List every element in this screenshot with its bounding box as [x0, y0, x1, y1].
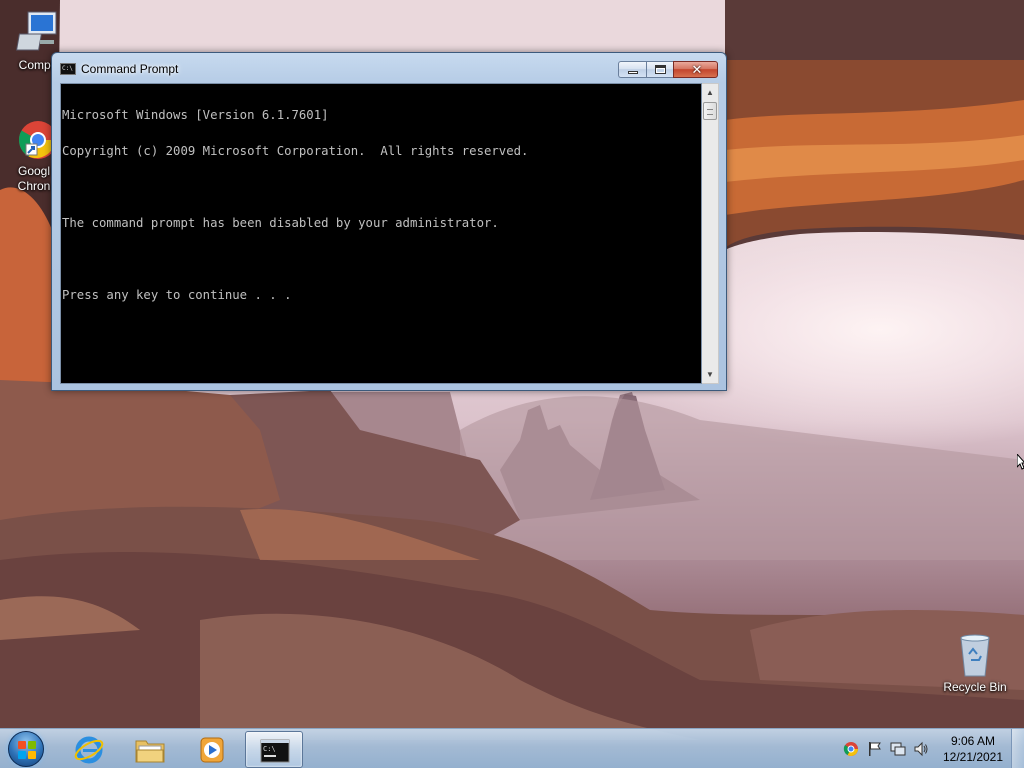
scroll-down-arrow-icon[interactable]: ▼: [702, 366, 718, 383]
chrome-icon[interactable]: [843, 741, 859, 757]
command-prompt-icon: C:\: [259, 736, 291, 766]
maximize-button[interactable]: [646, 61, 673, 78]
minimize-icon: [628, 71, 638, 74]
volume-icon[interactable]: [913, 741, 929, 757]
folder-icon: [134, 735, 166, 765]
taskbar-media-player[interactable]: [182, 731, 240, 768]
desktop-icon-label: Recycle Bin: [943, 680, 1007, 694]
window-titlebar[interactable]: C:\ Command Prompt ✕: [52, 53, 726, 83]
minimize-button[interactable]: [618, 61, 646, 78]
console-line: Press any key to continue . . .: [62, 288, 292, 302]
maximize-icon: [655, 65, 666, 74]
taskbar-clock[interactable]: 9:06 AM 12/21/2021: [938, 733, 1008, 765]
console-line: Microsoft Windows [Version 6.1.7601]: [62, 108, 329, 122]
internet-explorer-icon: [73, 735, 105, 765]
clock-date: 12/21/2021: [942, 750, 1004, 764]
taskbar-command-prompt[interactable]: C:\: [245, 731, 303, 768]
show-desktop-button[interactable]: [1011, 729, 1024, 768]
clock-time: 9:06 AM: [950, 734, 996, 748]
recycle-bin-icon: [951, 630, 999, 678]
taskbar-windows-explorer[interactable]: [121, 731, 179, 768]
scrollbar-thumb[interactable]: [703, 102, 717, 120]
console-line: The command prompt has been disabled by …: [62, 216, 499, 230]
mouse-cursor-icon: [1016, 452, 1024, 470]
media-player-icon: [195, 735, 227, 765]
svg-text:C:\: C:\: [263, 745, 276, 753]
vertical-scrollbar[interactable]: ▲ ▼: [702, 83, 719, 384]
close-button[interactable]: ✕: [673, 61, 718, 78]
caption-buttons: ✕: [618, 61, 718, 78]
window-title: Command Prompt: [81, 62, 179, 76]
close-icon: ✕: [691, 62, 703, 77]
windows-logo-icon: [8, 731, 44, 767]
command-prompt-window[interactable]: C:\ Command Prompt ✕ Microsoft Windows […: [51, 52, 727, 391]
network-icon[interactable]: [890, 741, 906, 757]
start-button[interactable]: [6, 730, 46, 768]
console-output[interactable]: Microsoft Windows [Version 6.1.7601] Cop…: [60, 83, 702, 384]
console-line: Copyright (c) 2009 Microsoft Corporation…: [62, 144, 529, 158]
desktop-icon-recycle-bin[interactable]: Recycle Bin: [937, 630, 1013, 695]
taskbar: C:\ 9:06 AM 12/21/2021: [0, 728, 1024, 768]
taskbar-internet-explorer[interactable]: [60, 731, 118, 768]
action-center-flag-icon[interactable]: [866, 741, 882, 757]
scroll-up-arrow-icon[interactable]: ▲: [702, 84, 718, 101]
command-prompt-icon: C:\: [60, 63, 76, 75]
computer-icon: [14, 8, 62, 56]
